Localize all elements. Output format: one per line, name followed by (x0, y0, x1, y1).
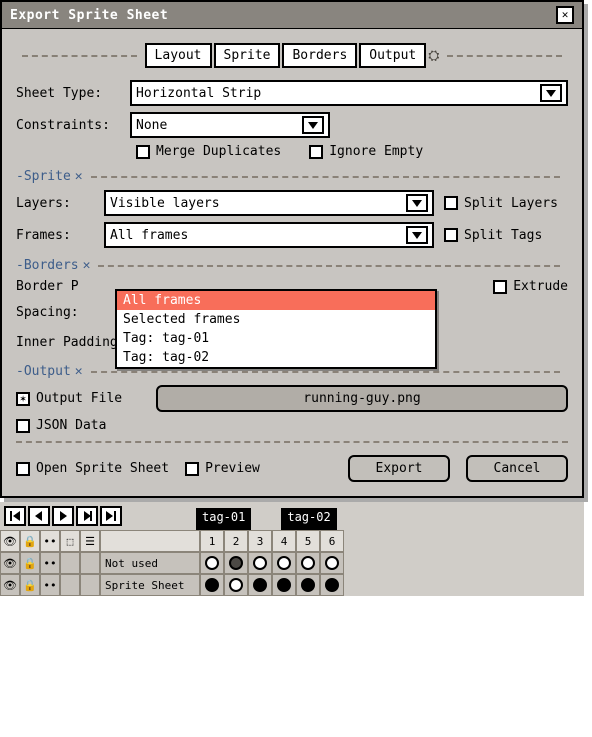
titlebar: Export Sprite Sheet ✕ (2, 2, 582, 29)
dropdown-item[interactable]: Tag: tag-02 (117, 348, 435, 367)
next-frame-button[interactable] (76, 506, 98, 526)
last-frame-button[interactable] (100, 506, 122, 526)
cel[interactable] (224, 552, 248, 574)
cel[interactable] (272, 574, 296, 596)
chevron-down-icon (540, 84, 562, 102)
tab-row: Layout Sprite Borders Output ⛭ (16, 43, 568, 68)
dropdown-item[interactable]: Selected frames (117, 310, 435, 329)
section-collapse-icon[interactable]: ✕ (75, 364, 83, 379)
extrude-checkbox[interactable]: Extrude (493, 279, 568, 294)
cel[interactable] (200, 552, 224, 574)
layers-label: Layers: (16, 196, 94, 211)
tab-output[interactable]: Output (359, 43, 426, 68)
constraints-select[interactable]: None (130, 112, 330, 138)
open-sprite-sheet-checkbox[interactable]: Open Sprite Sheet (16, 461, 169, 476)
chevron-down-icon (302, 116, 324, 134)
frames-dropdown-popup: All frames Selected frames Tag: tag-01 T… (115, 289, 437, 369)
frame-number[interactable]: 2 (224, 530, 248, 552)
playback-controls (0, 502, 126, 530)
frames-select[interactable]: All frames (104, 222, 434, 248)
frame-number[interactable]: 1 (200, 530, 224, 552)
gear-icon[interactable]: ⛭ (428, 48, 439, 64)
frame-number[interactable]: 3 (248, 530, 272, 552)
section-collapse-icon[interactable]: ✕ (83, 258, 91, 273)
cel[interactable] (320, 574, 344, 596)
onion-icon[interactable]: •• (40, 530, 60, 552)
chevron-down-icon (406, 226, 428, 244)
layer-name[interactable]: Not used (100, 552, 200, 574)
timeline-table: 👁🔒••⬚☰ 123456 👁🔒•• Not used 👁🔒•• Sprite Sheet (0, 530, 584, 596)
first-frame-button[interactable] (4, 506, 26, 526)
split-layers-checkbox[interactable]: Split Layers (444, 196, 558, 211)
eye-icon[interactable]: 👁 (0, 552, 20, 574)
output-file-button[interactable]: running-guy.png (156, 385, 568, 412)
cel[interactable] (320, 552, 344, 574)
frame-number[interactable]: 4 (272, 530, 296, 552)
frame-number[interactable]: 5 (296, 530, 320, 552)
prev-frame-button[interactable] (28, 506, 50, 526)
sheet-type-label: Sheet Type: (16, 86, 120, 101)
lock-icon[interactable]: 🔒 (20, 574, 40, 596)
cel[interactable] (248, 552, 272, 574)
tag-chip[interactable]: tag-02 (281, 508, 336, 530)
export-dialog: Export Sprite Sheet ✕ Layout Sprite Bord… (0, 0, 584, 498)
ignore-empty-checkbox[interactable]: Ignore Empty (309, 144, 423, 159)
menu-icon[interactable]: ☰ (80, 530, 100, 552)
cel[interactable] (200, 574, 224, 596)
cel[interactable] (248, 574, 272, 596)
eye-icon[interactable]: 👁 (0, 574, 20, 596)
lock-icon[interactable]: 🔒 (20, 552, 40, 574)
tab-sprite[interactable]: Sprite (214, 43, 281, 68)
json-data-checkbox[interactable]: JSON Data (16, 418, 106, 433)
border-padding-label: Border P (16, 279, 94, 294)
dropdown-item[interactable]: All frames (117, 291, 435, 310)
lock-icon[interactable]: 🔒 (20, 530, 40, 552)
cell-spacer (80, 574, 100, 596)
chevron-down-icon (406, 194, 428, 212)
section-collapse-icon[interactable]: ✕ (75, 169, 83, 184)
cel[interactable] (296, 574, 320, 596)
onion-icon[interactable]: •• (40, 552, 60, 574)
timeline-panel: tag-01 tag-02 👁🔒••⬚☰123456👁🔒••Not used👁🔒… (0, 502, 584, 596)
frame-number[interactable]: 6 (320, 530, 344, 552)
cell-spacer (80, 552, 100, 574)
cel[interactable] (224, 574, 248, 596)
cancel-button[interactable]: Cancel (466, 455, 568, 482)
cell-spacer (60, 552, 80, 574)
constraints-label: Constraints: (16, 118, 120, 133)
sheet-type-select[interactable]: Horizontal Strip (130, 80, 568, 106)
tab-layout[interactable]: Layout (145, 43, 212, 68)
dropdown-item[interactable]: Tag: tag-01 (117, 329, 435, 348)
tab-borders[interactable]: Borders (282, 43, 357, 68)
play-button[interactable] (52, 506, 74, 526)
window-title: Export Sprite Sheet (10, 8, 168, 23)
section-sprite: -Sprite ✕ (16, 169, 568, 184)
link-icon[interactable]: ⬚ (60, 530, 80, 552)
export-button[interactable]: Export (348, 455, 450, 482)
output-file-checkbox[interactable]: ✶ Output File (16, 391, 146, 406)
cell-spacer (60, 574, 80, 596)
tag-chip[interactable]: tag-01 (196, 508, 251, 530)
split-tags-checkbox[interactable]: Split Tags (444, 228, 542, 243)
layers-select[interactable]: Visible layers (104, 190, 434, 216)
frames-label: Frames: (16, 228, 94, 243)
section-borders: -Borders ✕ (16, 258, 568, 273)
layer-name[interactable]: Sprite Sheet (100, 574, 200, 596)
merge-duplicates-checkbox[interactable]: Merge Duplicates (136, 144, 281, 159)
layer-name-header (100, 530, 200, 552)
eye-icon[interactable]: 👁 (0, 530, 20, 552)
cel[interactable] (296, 552, 320, 574)
onion-icon[interactable]: •• (40, 574, 60, 596)
cel[interactable] (272, 552, 296, 574)
preview-checkbox[interactable]: Preview (185, 461, 260, 476)
close-button[interactable]: ✕ (556, 6, 574, 24)
